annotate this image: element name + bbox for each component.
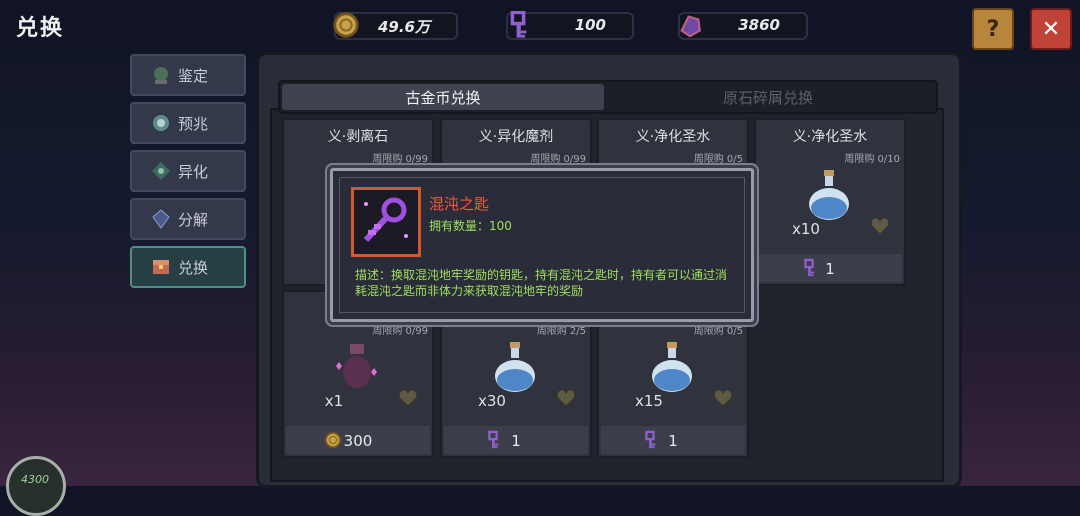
page-title: 兑换 [16, 16, 65, 41]
weekly-limit: 周限购 0/99 [372, 154, 428, 165]
tab-gold-coin-exchange[interactable]: 古金币兑换 [282, 84, 604, 110]
item-price: 1 [825, 260, 835, 278]
gold-coin-icon [333, 12, 359, 38]
help-button[interactable]: ? [972, 8, 1014, 50]
sidebar-item-decompose[interactable]: 分解 [130, 198, 246, 240]
weekly-limit: 周限购 0/99 [530, 154, 586, 165]
item-tooltip: 混沌之匙 拥有数量：100 描述：换取混沌地牢奖励的钥匙，持有混沌之匙时，持有者… [330, 168, 754, 322]
weekly-limit: 周限购 0/99 [372, 326, 428, 337]
favorite-heart-icon[interactable] [713, 388, 733, 408]
exchange-icon [153, 260, 169, 274]
sparkle-potion-icon [336, 344, 377, 388]
item-price: 300 [343, 432, 373, 450]
ore-fragment-resource: 3860 [678, 12, 808, 40]
weekly-limit: 周限购 0/5 [693, 154, 743, 165]
chaos-key-value: 100 [574, 16, 606, 34]
item-quantity: x1 [324, 392, 344, 410]
tooltip-owned-count: 拥有数量：100 [429, 219, 512, 233]
mutate-icon [152, 162, 170, 180]
chaos-key-icon [363, 197, 408, 243]
sidebar-item-label: 预兆 [178, 114, 209, 133]
holy-water-bottle-icon [652, 342, 692, 392]
item-name: 义·净化圣水 [635, 129, 711, 145]
sidebar-item-identify[interactable]: 鉴定 [130, 54, 246, 96]
favorite-heart-icon[interactable] [870, 216, 890, 236]
identify-icon [154, 67, 168, 84]
sidebar-item-label: 分解 [178, 210, 209, 229]
bottom-badge[interactable]: 4300 [6, 456, 66, 516]
chaos-key-resource: 100 [506, 11, 634, 40]
item-price: 1 [511, 432, 521, 450]
item-quantity: x10 [792, 220, 820, 238]
chaos-key-icon [510, 11, 529, 39]
item-quantity: x15 [635, 392, 663, 410]
tooltip-description: 描述：换取混沌地牢奖励的钥匙，持有混沌之匙时，持有者可以通过消耗混沌之匙而非体力… [355, 268, 728, 298]
item-name: 义·净化圣水 [792, 129, 868, 145]
sidebar-item-label: 异化 [178, 162, 209, 181]
item-price: 1 [668, 432, 678, 450]
weekly-limit: 周限购 2/5 [536, 326, 586, 337]
bottom-badge-value: 4300 [21, 473, 49, 486]
shop-card[interactable]: 义·净化圣水 周限购 0/10 x10 1 [754, 118, 906, 286]
holy-water-bottle-icon [495, 342, 535, 392]
tooltip-item-name: 混沌之匙 [429, 195, 490, 213]
tooltip-item-icon-frame [351, 187, 421, 257]
decompose-icon [152, 209, 170, 229]
item-name: 义·异化魔剂 [478, 129, 554, 145]
holy-water-bottle-icon [809, 170, 849, 220]
sidebar-item-omen[interactable]: 预兆 [130, 102, 246, 144]
sidebar-item-label: 兑换 [178, 258, 209, 277]
favorite-heart-icon[interactable] [556, 388, 576, 408]
gold-coin-value: 49.6万 [377, 18, 430, 36]
ore-fragment-value: 3860 [738, 16, 780, 34]
item-name: 义·剥离石 [327, 129, 389, 145]
item-quantity: x30 [478, 392, 506, 410]
sidebar-item-mutate[interactable]: 异化 [130, 150, 246, 192]
sidebar-item-exchange[interactable]: 兑换 [130, 246, 246, 288]
sidebar-item-label: 鉴定 [178, 66, 209, 85]
ore-fragment-icon [680, 15, 701, 38]
omen-icon [153, 115, 169, 131]
weekly-limit: 周限购 0/5 [693, 326, 743, 337]
tab-ore-fragment-exchange[interactable]: 原石碎屑兑换 [606, 84, 930, 110]
favorite-heart-icon[interactable] [398, 388, 418, 408]
gold-coin-resource: 49.6万 [333, 12, 458, 40]
close-button[interactable]: ✕ [1030, 8, 1072, 50]
weekly-limit: 周限购 0/10 [844, 154, 900, 165]
